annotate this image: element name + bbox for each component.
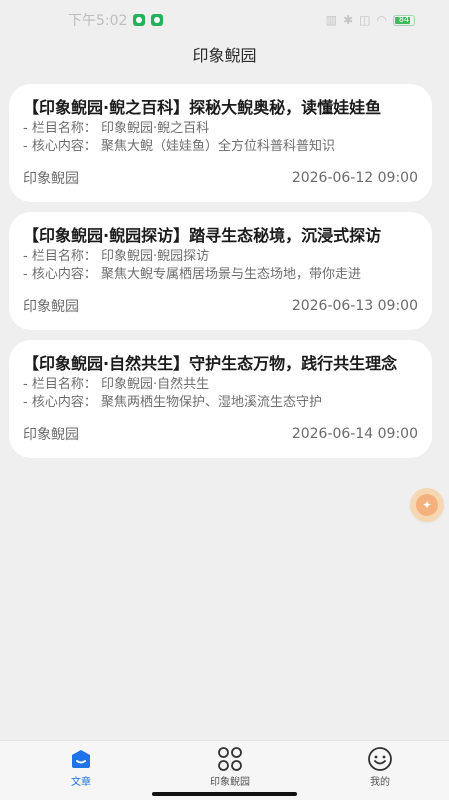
article-column: - 栏目名称： 印象鲵园·鲵之百科 (23, 121, 210, 136)
nfc-icon: ▥ (325, 13, 338, 27)
status-time: 下午5:02 (68, 13, 128, 29)
tab-label: 文章 (71, 777, 91, 788)
notification-icon (133, 14, 146, 26)
page-title: 印象鲵园 (192, 46, 257, 65)
article-date: 2026-06-13 09:00 (291, 298, 418, 314)
article-source: 印象鲵园 (23, 299, 79, 315)
article-title: 【印象鲵园·鲵园探访】踏寻生态秘境，沉浸式探访 (23, 226, 382, 245)
article-content: - 核心内容： 聚焦两栖生物保护、湿地溪流生态守护 (23, 395, 322, 410)
wifi-icon: ◠ (376, 13, 387, 27)
article-icon (67, 745, 95, 773)
article-footer: 印象鲵园 2026-06-12 09:00 (23, 168, 418, 188)
bottom-tab-bar: 文章 印象鲵园 我的 (0, 740, 449, 800)
article-content: - 核心内容： 聚焦大鲵（娃娃鱼）全方位科普科普知识 (23, 139, 335, 154)
home-indicator[interactable] (152, 792, 297, 796)
status-left: 下午5:02 (68, 10, 164, 30)
battery-icon: 84 (393, 14, 415, 26)
article-source: 印象鲵园 (23, 427, 79, 443)
smile-icon (366, 745, 394, 773)
article-content: - 核心内容： 聚焦大鲵专属栖居场景与生态场地，带你走进 (23, 267, 361, 282)
tab-label: 印象鲵园 (210, 777, 250, 788)
article-column: - 栏目名称： 印象鲵园·自然共生 (23, 377, 210, 392)
tab-articles[interactable]: 文章 (31, 745, 131, 788)
tab-mine[interactable]: 我的 (330, 745, 430, 788)
mute-icon: ◫ (359, 13, 371, 27)
bluetooth-icon: ✱ (343, 13, 354, 27)
star-icon: ✦ (416, 494, 438, 516)
app-notification-icon (151, 14, 164, 26)
tab-yinxiang-niyuan[interactable]: 印象鲵园 (180, 745, 280, 788)
article-title: 【印象鲵园·鲵之百科】探秘大鲵奥秘，读懂娃娃鱼 (23, 98, 382, 117)
article-date: 2026-06-14 09:00 (291, 426, 418, 442)
article-footer: 印象鲵园 2026-06-13 09:00 (23, 296, 418, 316)
article-footer: 印象鲵园 2026-06-14 09:00 (23, 424, 418, 444)
article-title: 【印象鲵园·自然共生】守护生态万物，践行共生理念 (23, 354, 398, 373)
floating-assist-button[interactable]: ✦ (410, 488, 444, 522)
article-card[interactable]: 【印象鲵园·自然共生】守护生态万物，践行共生理念 - 栏目名称： 印象鲵园·自然… (9, 340, 432, 458)
article-date: 2026-06-12 09:00 (291, 170, 418, 186)
article-source: 印象鲵园 (23, 171, 79, 187)
status-bar: 下午5:02 ▥ ✱ ◫ ◠ 84 (0, 0, 449, 40)
grid-icon (216, 745, 244, 773)
article-column: - 栏目名称： 印象鲵园·鲵园探访 (23, 249, 210, 264)
status-right: ▥ ✱ ◫ ◠ 84 (326, 13, 415, 27)
tab-label: 我的 (370, 777, 390, 788)
battery-level: 84 (398, 14, 410, 24)
article-card[interactable]: 【印象鲵园·鲵园探访】踏寻生态秘境，沉浸式探访 - 栏目名称： 印象鲵园·鲵园探… (9, 212, 432, 330)
article-card[interactable]: 【印象鲵园·鲵之百科】探秘大鲵奥秘，读懂娃娃鱼 - 栏目名称： 印象鲵园·鲵之百… (9, 84, 432, 202)
